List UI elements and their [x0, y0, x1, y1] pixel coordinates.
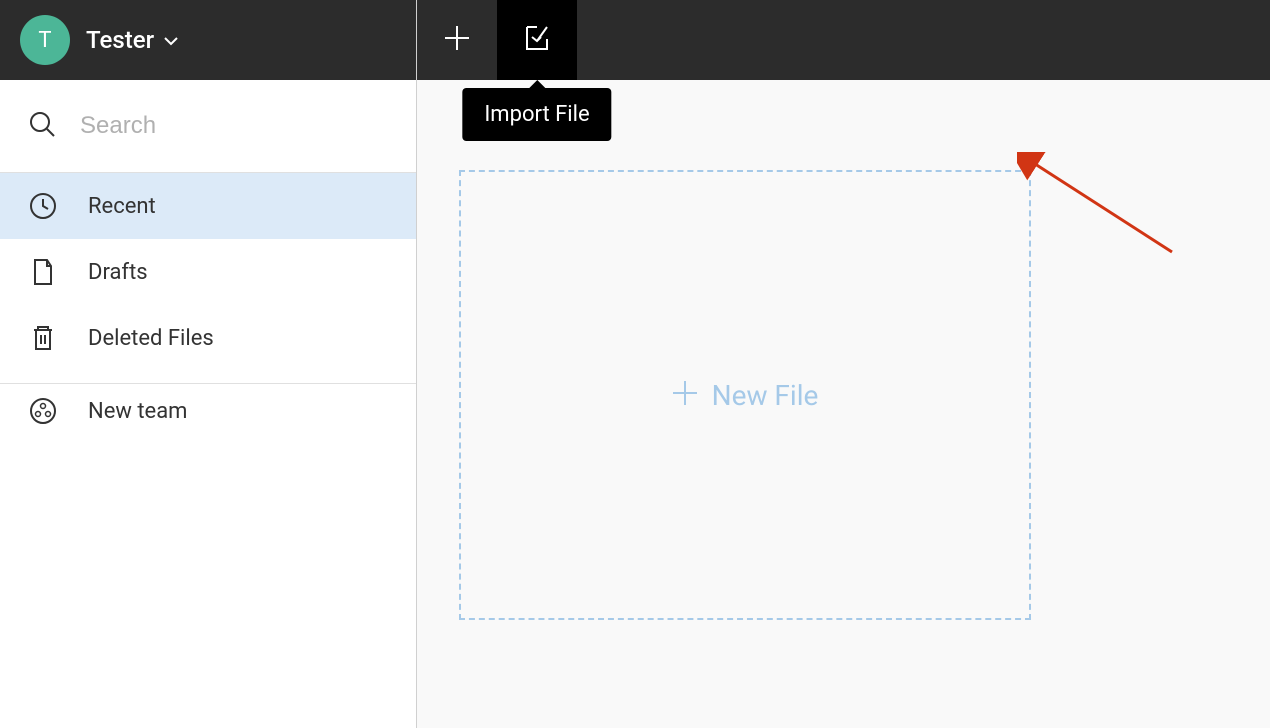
search-row[interactable]	[0, 80, 416, 173]
new-file-label: New File	[712, 379, 819, 412]
new-file-button[interactable]	[417, 0, 497, 80]
new-file-card[interactable]: New File	[459, 170, 1031, 620]
team-icon	[28, 396, 58, 426]
sidebar-item-deleted[interactable]: Deleted Files	[0, 305, 416, 371]
tooltip-text: Import File	[484, 102, 589, 127]
user-menu[interactable]: Tester	[86, 26, 178, 54]
chevron-down-icon	[164, 31, 178, 50]
clock-icon	[28, 191, 58, 221]
sidebar-item-drafts[interactable]: Drafts	[0, 239, 416, 305]
sidebar: T Tester Recent	[0, 0, 417, 728]
sidebar-item-label: Deleted Files	[88, 326, 214, 351]
avatar-initial: T	[38, 28, 51, 53]
plus-icon	[672, 380, 698, 410]
topbar: Import File	[417, 0, 1270, 80]
import-icon	[522, 23, 552, 57]
tooltip: Import File	[462, 88, 611, 141]
user-name: Tester	[86, 26, 154, 54]
canvas: New File	[417, 80, 1270, 728]
sidebar-header: T Tester	[0, 0, 416, 80]
trash-icon	[28, 323, 58, 353]
sidebar-item-recent[interactable]: Recent	[0, 173, 416, 239]
sidebar-item-new-team[interactable]: New team	[0, 383, 416, 444]
sidebar-item-label: Recent	[88, 194, 156, 219]
import-file-button[interactable]: Import File	[497, 0, 577, 80]
arrow-annotation	[1017, 152, 1187, 266]
plus-icon	[443, 24, 471, 56]
search-icon	[28, 110, 56, 142]
avatar[interactable]: T	[20, 15, 70, 65]
search-input[interactable]	[80, 112, 388, 140]
file-icon	[28, 257, 58, 287]
nav: Recent Drafts Deleted Files New team	[0, 173, 416, 444]
sidebar-item-label: Drafts	[88, 260, 148, 285]
sidebar-item-label: New team	[88, 399, 187, 424]
main: Import File New File	[417, 0, 1270, 728]
